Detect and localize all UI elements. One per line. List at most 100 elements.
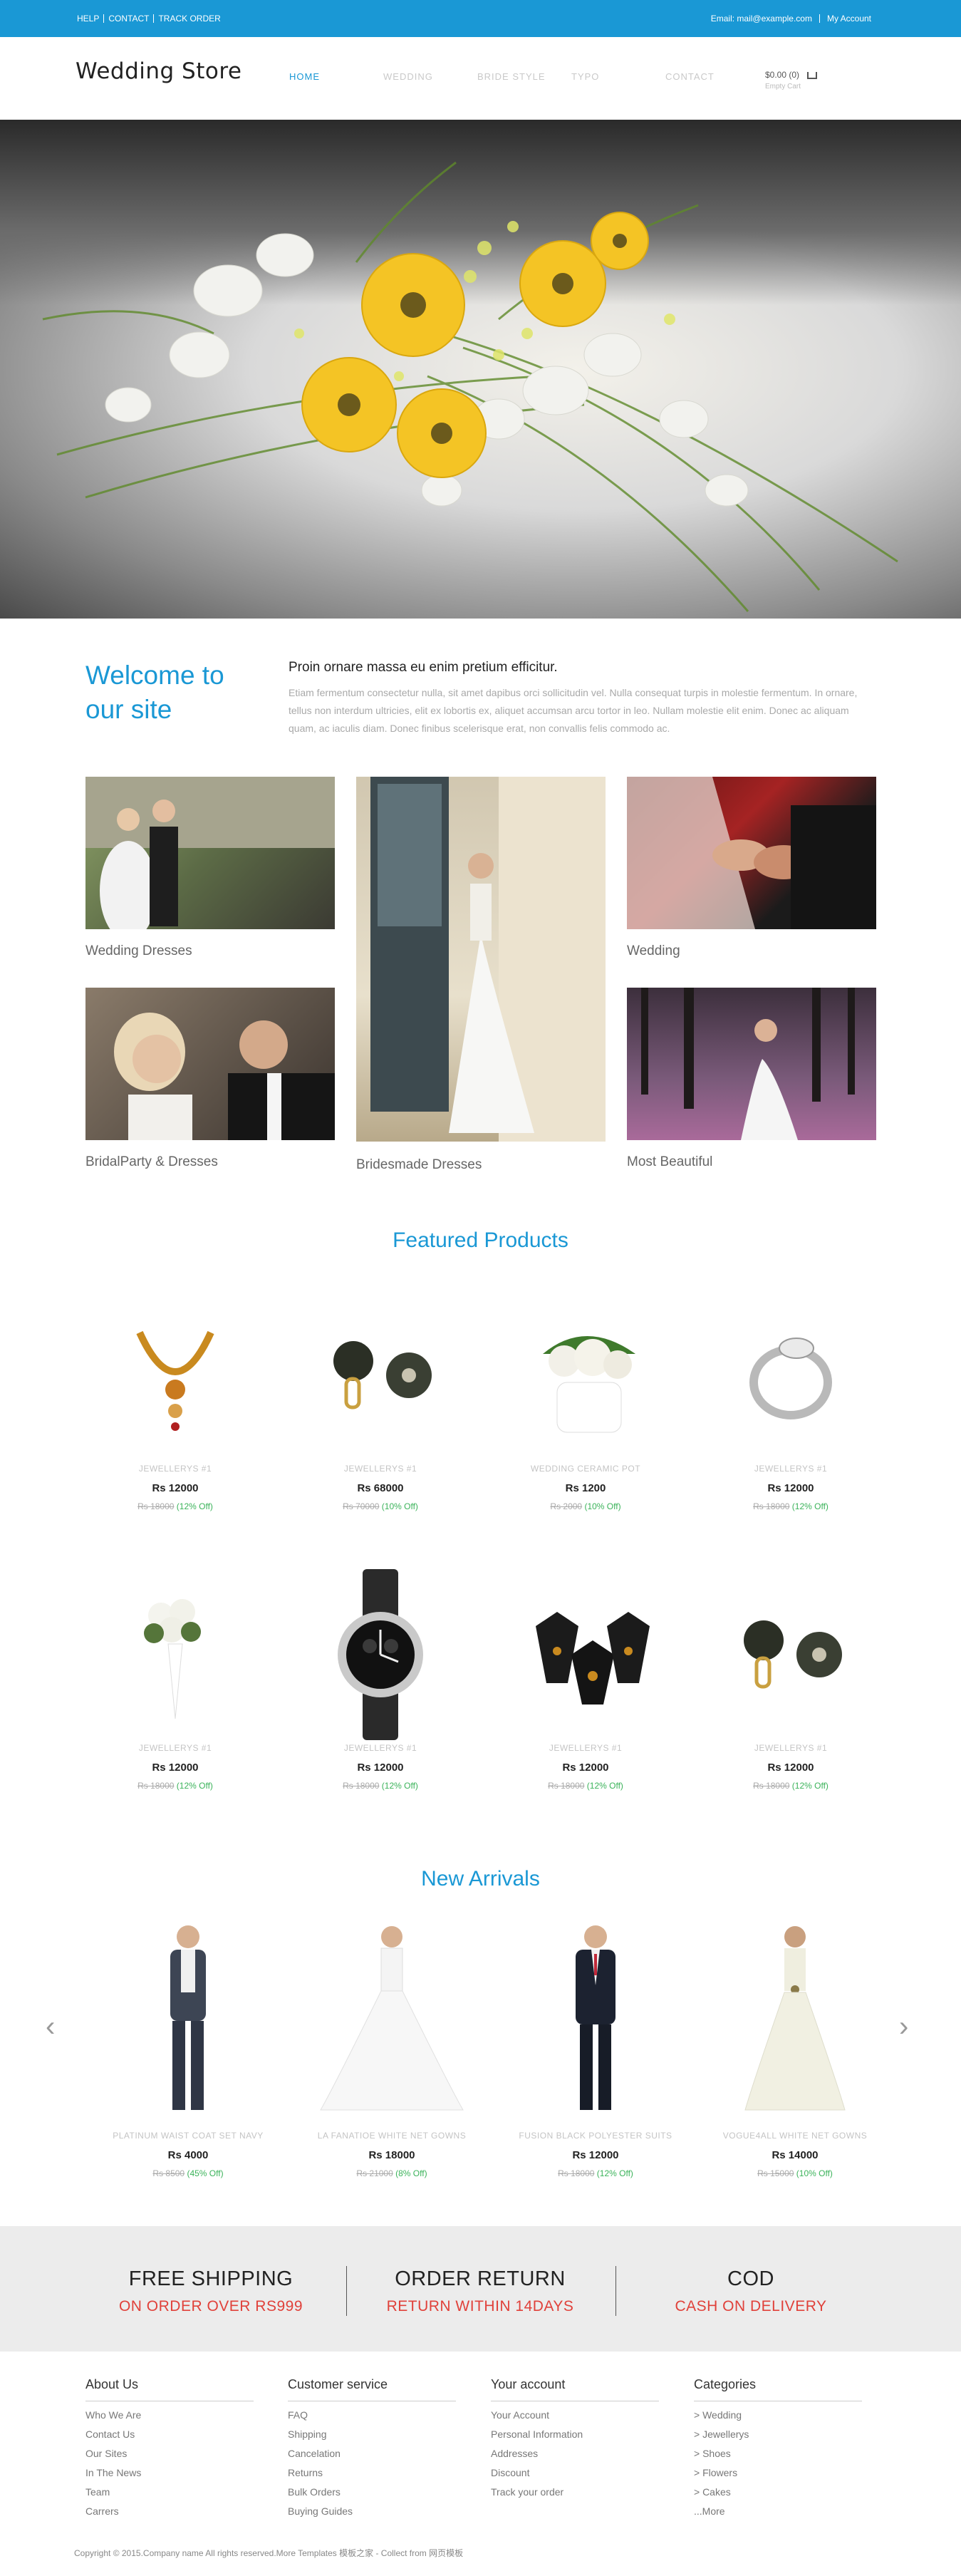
bouquet-image (144, 1599, 201, 1719)
gallery-image-wedding-dresses[interactable] (85, 777, 335, 929)
my-account-link[interactable]: My Account (820, 14, 878, 23)
gallery-label-wedding[interactable]: Wedding (627, 943, 680, 959)
arrival-card[interactable]: LA FANATIOE WHITE NET GOWNS Rs 18000 Rs … (299, 1921, 484, 2178)
nav-contact[interactable]: CONTACT (665, 71, 759, 82)
gallery-image-wedding[interactable] (627, 777, 876, 929)
arrival-image[interactable] (313, 1921, 470, 2114)
product-card[interactable]: JEWELLERYS #1 Rs 12000 Rs 18000 (12% Off… (698, 1583, 883, 1791)
gallery-label-bridal-party[interactable]: BridalParty & Dresses (85, 1154, 218, 1170)
product-image[interactable] (302, 1569, 459, 1740)
nav-wedding[interactable]: WEDDING (383, 71, 477, 82)
product-card[interactable]: JEWELLERYS #1 Rs 12000 Rs 18000 (12% Off… (83, 1304, 268, 1511)
service-free-shipping: FREE SHIPPING ON ORDER OVER RS999 (104, 2267, 318, 2315)
product-image[interactable] (507, 1583, 664, 1726)
discount: (12% Off) (176, 1781, 213, 1791)
arrival-name[interactable]: VOGUE4ALL WHITE NET GOWNS (702, 2131, 888, 2141)
product-name[interactable]: JEWELLERYS #1 (83, 1743, 268, 1753)
product-image[interactable] (712, 1304, 869, 1447)
footer-link[interactable]: > Flowers (694, 2467, 862, 2478)
product-image[interactable] (97, 1583, 254, 1726)
arrival-image[interactable] (110, 1921, 266, 2114)
nav-typo[interactable]: TYPO (571, 71, 665, 82)
product-image[interactable] (97, 1304, 254, 1447)
new-arrivals-title: New Arrivals (421, 1867, 540, 1890)
product-image[interactable] (712, 1583, 869, 1726)
arrival-card[interactable]: FUSION BLACK POLYESTER SUITS Rs 12000 Rs… (503, 1921, 688, 2178)
footer-link[interactable]: In The News (85, 2467, 254, 2478)
footer-link[interactable]: > Jewellerys (694, 2428, 862, 2440)
arrival-name[interactable]: PLATINUM WAIST COAT SET NAVY (95, 2131, 281, 2141)
nav-bride-style[interactable]: BRIDE STYLE (477, 71, 571, 82)
black-suit-image (576, 1925, 615, 2110)
product-card[interactable]: WEDDING CERAMIC POT Rs 1200 Rs 2000 (10%… (493, 1304, 678, 1511)
logo[interactable]: Wedding Store (76, 58, 242, 84)
product-card[interactable]: JEWELLERYS #1 Rs 68000 Rs 70000 (10% Off… (288, 1304, 473, 1511)
footer-link[interactable]: Your Account (491, 2409, 659, 2421)
cart-status: Empty Cart (765, 83, 801, 90)
gallery-image-bridal-party[interactable] (85, 988, 335, 1140)
flower-rings-image (744, 1620, 842, 1689)
copyright: Copyright © 2015.Company name All rights… (74, 2548, 464, 2558)
product-image[interactable] (507, 1304, 664, 1447)
footer-link[interactable]: > Wedding (694, 2409, 862, 2421)
nav-home[interactable]: HOME (289, 71, 383, 82)
cart-icon[interactable] (807, 71, 818, 79)
gallery-image-most-beautiful[interactable] (627, 988, 876, 1140)
help-link[interactable]: HELP (77, 14, 105, 23)
footer-link[interactable]: > Cakes (694, 2486, 862, 2498)
product-name[interactable]: WEDDING CERAMIC POT (493, 1464, 678, 1474)
footer-link[interactable]: Team (85, 2486, 254, 2498)
footer-link[interactable]: Personal Information (491, 2428, 659, 2440)
product-name[interactable]: JEWELLERYS #1 (698, 1464, 883, 1474)
footer-link[interactable]: Returns (288, 2467, 456, 2478)
track-order-link[interactable]: TRACK ORDER (154, 14, 224, 23)
product-card[interactable]: JEWELLERYS #1 Rs 12000 Rs 18000 (12% Off… (83, 1583, 268, 1791)
gallery-label-bridesmade-dresses[interactable]: Bridesmade Dresses (356, 1157, 482, 1173)
product-price: Rs 1200 (565, 1482, 606, 1494)
gallery-image-bridesmade-dresses[interactable] (356, 777, 606, 1142)
footer-link[interactable]: Track your order (491, 2486, 659, 2498)
product-card[interactable]: JEWELLERYS #1 Rs 12000 Rs 18000 (12% Off… (698, 1304, 883, 1511)
contact-link[interactable]: CONTACT (104, 14, 155, 23)
product-name[interactable]: JEWELLERYS #1 (288, 1464, 473, 1474)
arrival-card[interactable]: PLATINUM WAIST COAT SET NAVY Rs 4000 Rs … (95, 1921, 281, 2178)
footer-link[interactable]: ...More (694, 2505, 862, 2517)
product-name[interactable]: JEWELLERYS #1 (493, 1743, 678, 1753)
arrival-name[interactable]: FUSION BLACK POLYESTER SUITS (503, 2131, 688, 2141)
original-price: Rs 18000 (753, 1501, 790, 1511)
arrival-card[interactable]: VOGUE4ALL WHITE NET GOWNS Rs 14000 Rs 15… (702, 1921, 888, 2178)
footer-link[interactable]: Buying Guides (288, 2505, 456, 2517)
footer-link[interactable]: Cancelation (288, 2448, 456, 2459)
arrival-image[interactable] (717, 1921, 873, 2114)
product-name[interactable]: JEWELLERYS #1 (83, 1464, 268, 1474)
footer-link[interactable]: Carrers (85, 2505, 254, 2517)
discount: (12% Off) (596, 2168, 633, 2178)
product-old-price: Rs 70000 (10% Off) (288, 1501, 473, 1511)
footer-link[interactable]: Contact Us (85, 2428, 254, 2440)
product-name[interactable]: JEWELLERYS #1 (698, 1743, 883, 1753)
footer-link[interactable]: Bulk Orders (288, 2486, 456, 2498)
cart[interactable]: $0.00 (0) Empty Cart (765, 70, 818, 90)
footer-link[interactable]: Addresses (491, 2448, 659, 2459)
gallery-label-most-beautiful[interactable]: Most Beautiful (627, 1154, 712, 1170)
footer-link[interactable]: > Shoes (694, 2448, 862, 2459)
product-name[interactable]: JEWELLERYS #1 (288, 1743, 473, 1753)
product-card[interactable]: JEWELLERYS #1 Rs 12000 Rs 18000 (12% Off… (493, 1583, 678, 1791)
footer-link[interactable]: Who We Are (85, 2409, 254, 2421)
gallery-label-wedding-dresses[interactable]: Wedding Dresses (85, 943, 192, 959)
arrival-name[interactable]: LA FANATIOE WHITE NET GOWNS (299, 2131, 484, 2141)
email-link[interactable]: Email: mail@example.com (704, 14, 820, 23)
footer-link[interactable]: FAQ (288, 2409, 456, 2421)
carousel-next-icon[interactable]: › (899, 2011, 908, 2043)
product-price: Rs 12000 (767, 1762, 814, 1774)
footer-link[interactable]: Discount (491, 2467, 659, 2478)
discount: (12% Off) (791, 1781, 828, 1791)
arrival-image[interactable] (517, 1921, 674, 2114)
footer-link[interactable]: Our Sites (85, 2448, 254, 2459)
arrival-old-price: Rs 15000 (10% Off) (702, 2168, 888, 2178)
product-image[interactable] (302, 1304, 459, 1447)
footer-link[interactable]: Shipping (288, 2428, 456, 2440)
carousel-prev-icon[interactable]: ‹ (46, 2011, 55, 2043)
product-card[interactable]: JEWELLERYS #1 Rs 12000 Rs 18000 (12% Off… (288, 1569, 473, 1791)
product-old-price: Rs 18000 (12% Off) (493, 1781, 678, 1791)
